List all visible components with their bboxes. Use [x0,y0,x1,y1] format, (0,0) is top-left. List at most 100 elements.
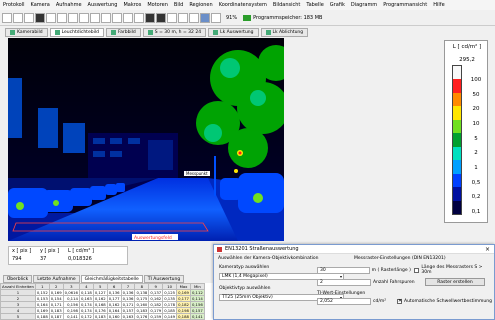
length-checkbox[interactable] [414,267,420,273]
raster-length-value: 30 [320,267,326,273]
bottom-tab[interactable]: Letzte Aufnahme [33,275,80,283]
table-cell: 0,188 [34,313,50,320]
grid-icon[interactable] [46,12,56,23]
save-icon[interactable] [13,12,23,23]
table-cell: 0,136 [106,289,122,296]
lanes-label: Anzahl Fahrspuren [373,279,415,285]
menu-item[interactable]: Auswertung [88,2,118,8]
tab-icon [265,30,271,35]
menu-item[interactable]: Kamera [31,2,50,8]
frame-icon[interactable] [134,12,144,23]
color-band [453,160,461,174]
table-cell: 0,156 [189,301,205,308]
tab-view[interactable]: Lk Auswertung [208,28,259,37]
menu-item[interactable]: Bildansicht [273,2,301,8]
tab-label: Farbbild [117,29,136,35]
bottom-tab[interactable]: Überblick [3,275,33,283]
chart-icon[interactable] [178,12,188,23]
menu-item[interactable]: Hilfe [433,2,444,8]
tab-view[interactable]: Leuchtdichtebild [49,28,104,37]
close-icon[interactable]: × [485,246,490,253]
app-icon [217,246,222,252]
tab-view[interactable]: Kamerabild [5,28,48,37]
create-raster-button[interactable]: Raster erstellen [425,278,485,286]
pixel-readout: x [ pix ] y [ pix ] L [ cd/m² ] 794 37 0… [8,246,128,265]
two-icon[interactable] [156,12,166,23]
tab-label: Lk Auswertung [220,29,254,35]
color-band [453,187,461,201]
print-icon[interactable] [24,12,34,23]
region-icon[interactable] [123,12,133,23]
zoom-dropdown-icon[interactable] [211,12,221,23]
window-icon[interactable] [189,12,199,23]
copy-icon[interactable] [57,12,67,23]
bottom-tab[interactable]: Gleichmäßigkeitstabelle [80,275,143,283]
table-cell: 0,154 [48,295,64,302]
auto-threshold-checkbox[interactable] [397,298,402,304]
y-value: 37 [40,256,47,262]
table-cell: 0,153 [34,295,50,302]
color-band [453,66,461,80]
monitor-icon[interactable] [200,12,210,23]
dialog-title: EN13201 Straßenauswertung [225,246,299,252]
menu-item[interactable]: Bild [174,2,183,8]
table-cell: 0,183 [48,307,64,314]
menu-item[interactable]: Makros [123,2,141,8]
table-cell: 0,163 [120,313,136,320]
menu-item[interactable]: Programmansicht [383,2,427,8]
menu-item[interactable]: Protokoll [3,2,25,8]
table-cell: 0,159 [148,313,164,320]
export-icon[interactable] [112,12,122,23]
menu-item[interactable]: Koordinatensystem [219,2,267,8]
table-cell: 0,162 [92,295,108,302]
menu-item[interactable]: Diagramm [351,2,377,8]
menu-item[interactable]: Grafik [330,2,345,8]
table-cell: 0,136 [120,295,136,302]
bottom-tabs: Überblick Letzte Aufnahme Gleichmäßigkeits… [0,275,220,283]
luminance-image[interactable]: Messpunkt Auswertungsfeld [8,38,284,241]
legend-tick-label: 5 [474,135,478,142]
legend-tick-label: 50 [472,91,480,98]
menu-item[interactable]: Aufnahme [56,2,82,8]
raster-section-title: Messraster-Einstellungen (DIN EN13201) [354,256,446,261]
stack-icon[interactable] [90,12,100,23]
tab-view[interactable]: Farbbild [105,28,141,37]
tab-icon [213,30,219,35]
table-icon[interactable] [167,12,177,23]
table-cell: 0,198 [176,307,191,314]
table-cell: 5 [0,313,36,320]
lanes-input[interactable]: 2 [317,278,371,286]
table-cell: 0,141 [62,313,80,320]
tab-label: Kamerabild [17,29,43,35]
bottom-tab[interactable]: TI Auswertung [143,275,185,283]
tab-icon [147,30,153,35]
menu-item[interactable]: Tabelle [306,2,323,8]
menu-item[interactable]: Motoren [147,2,168,8]
zoom-level[interactable]: 91% [226,15,237,21]
table-cell: 0,171 [120,301,136,308]
table-cell: 0,174 [78,307,94,314]
table-cell: 0,183 [92,313,108,320]
duplicate-icon[interactable] [101,12,111,23]
layers-icon[interactable] [79,12,89,23]
x-value: 794 [12,256,22,262]
table-cell: 0,176 [134,313,150,320]
table-cell: 0,127 [92,289,108,296]
ti-input[interactable]: 2,052 [317,298,371,305]
menu-item[interactable]: Regionen [189,2,212,8]
raster-length-input[interactable]: 30 [317,266,370,274]
table-cell: 0,125 [162,289,178,296]
tab-view[interactable]: Lk Ablichtung [260,28,309,37]
open-icon[interactable] [2,12,12,23]
table-cell: 0,162 [148,295,164,302]
x-header: x [ pix ] [12,248,32,254]
table-cell: 0,135 [162,295,178,302]
tab-view[interactable]: S = 30 m, h = 32 24 [142,28,207,37]
paste-icon[interactable] [68,12,78,23]
table-cell: 0,172 [78,313,94,320]
memory-icon [243,14,252,21]
one-icon[interactable] [145,12,155,23]
color-band [453,119,461,134]
legend-title: L [ cd/m² ] [452,44,482,50]
camera-icon[interactable] [35,12,45,23]
